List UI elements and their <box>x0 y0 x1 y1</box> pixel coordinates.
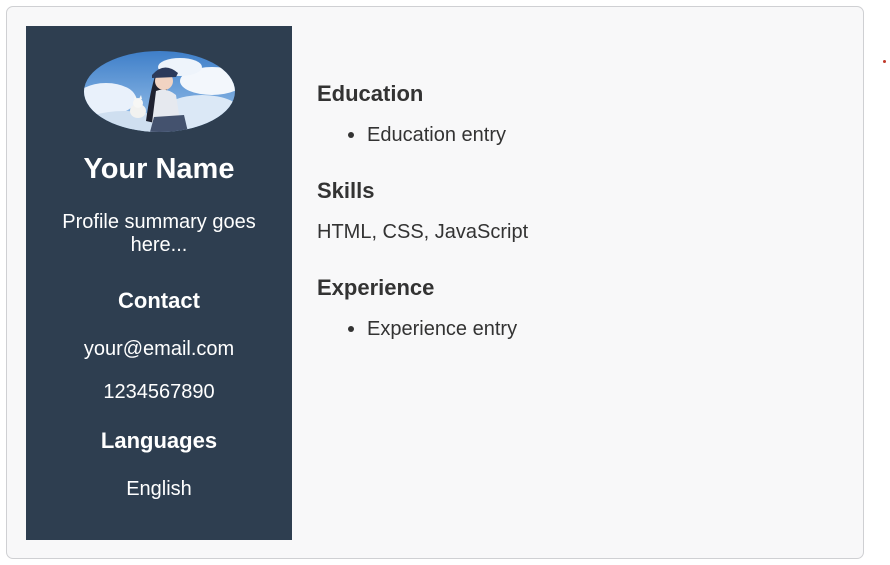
experience-entry: Experience entry <box>367 318 518 340</box>
profile-name: Your Name <box>83 153 235 185</box>
contact-email: your@email.com <box>83 338 235 360</box>
education-heading: Education <box>317 81 424 106</box>
contact-heading: Contact <box>118 288 200 313</box>
skills-heading: Skills <box>317 178 375 203</box>
contact-phone: 1234567890 <box>103 381 215 403</box>
profile-summary: Profile summary goes here... <box>62 211 256 256</box>
experience-heading: Experience <box>317 275 435 300</box>
resume-main: Education Education entry Skills HTML, C… <box>317 26 837 540</box>
education-entry: Education entry <box>367 124 506 146</box>
resume-sidebar: Your Name Profile summary goes here... C… <box>26 26 292 540</box>
bullet-icon <box>348 132 354 138</box>
languages-heading: Languages <box>100 428 218 453</box>
stray-dot <box>883 60 886 63</box>
language-item: English <box>126 478 192 500</box>
bullet-icon <box>348 326 354 332</box>
avatar <box>84 51 235 132</box>
resume-card: Your Name Profile summary goes here... C… <box>6 6 864 559</box>
profile-photo-icon <box>84 51 235 132</box>
skills-text: HTML, CSS, JavaScript <box>317 221 529 243</box>
